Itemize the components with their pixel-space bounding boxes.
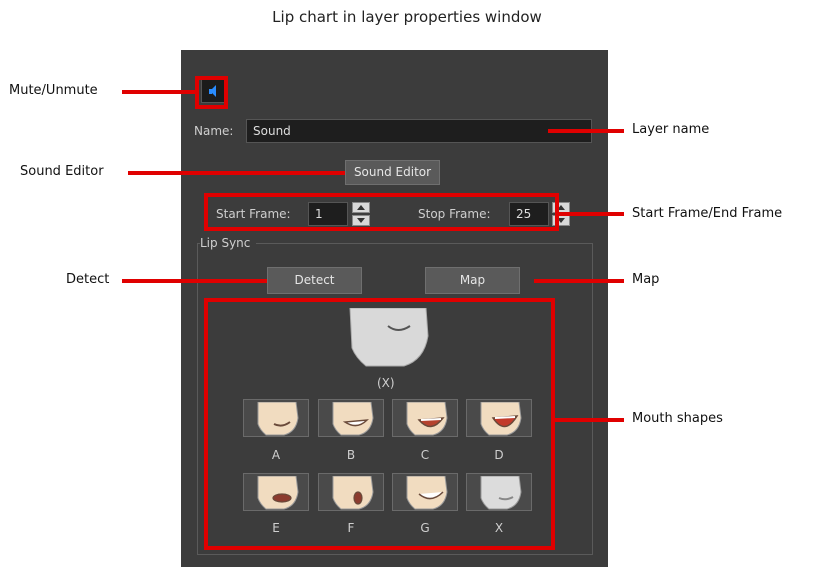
figure-title: Lip chart in layer properties window — [272, 8, 542, 26]
callout-layer-name: Layer name — [632, 122, 710, 137]
layer-name-leader-line — [548, 129, 624, 133]
lip-sync-label: Lip Sync — [200, 236, 257, 250]
map-leader-line — [534, 279, 624, 283]
name-label: Name: — [194, 124, 234, 138]
frames-leader-line — [559, 212, 624, 216]
sound-editor-button[interactable]: Sound Editor — [345, 160, 440, 185]
frames-highlight — [204, 193, 559, 231]
mouth-shapes-highlight — [204, 298, 555, 550]
callout-map: Map — [632, 272, 660, 287]
callout-mute: Mute/Unmute — [9, 83, 98, 98]
callout-mouth-shapes: Mouth shapes — [632, 411, 723, 426]
detect-button[interactable]: Detect — [267, 267, 362, 294]
detect-leader-line — [122, 279, 267, 283]
mute-leader-line — [122, 90, 195, 94]
mute-highlight — [195, 76, 228, 109]
sound-editor-leader-line — [128, 171, 345, 175]
callout-frames: Start Frame/End Frame — [632, 206, 783, 221]
mouth-shapes-leader-line — [555, 418, 624, 422]
map-button[interactable]: Map — [425, 267, 520, 294]
callout-detect: Detect — [66, 272, 110, 287]
layer-name-input[interactable]: Sound — [246, 119, 592, 143]
callout-sound-editor: Sound Editor — [20, 164, 104, 179]
